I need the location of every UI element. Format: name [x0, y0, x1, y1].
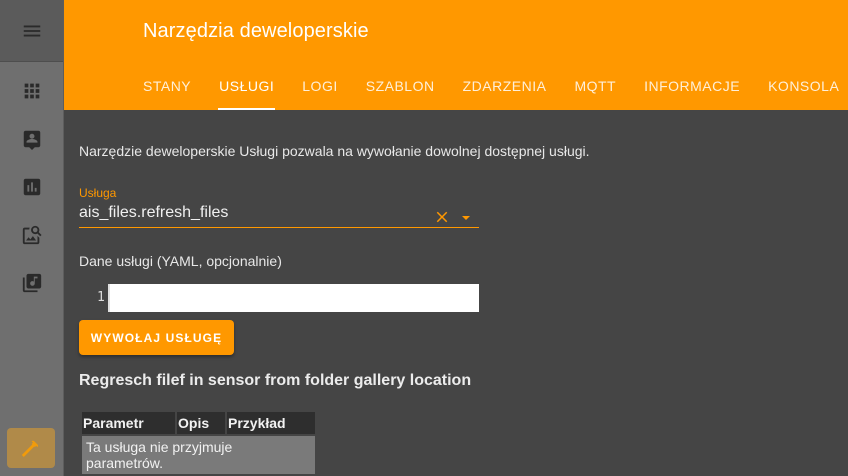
hammer-icon [20, 437, 42, 459]
params-table: Parametr Opis Przykład Ta usługa nie prz… [80, 410, 317, 476]
column-header-example: Przykład [227, 412, 315, 434]
sidebar-item-history[interactable] [0, 167, 63, 207]
tab-services[interactable]: USŁUGI [218, 70, 276, 110]
service-data-label: Dane usługi (YAML, opcjonalnie) [79, 253, 282, 269]
tab-events[interactable]: ZDARZENIA [463, 70, 547, 110]
clear-icon[interactable] [433, 208, 451, 226]
music-library-icon [21, 272, 43, 294]
empty-params-message: Ta usługa nie przyjmuje parametrów. [82, 436, 315, 474]
page-title: Narzędzia deweloperskie [143, 20, 369, 42]
apps-grid-icon [21, 80, 43, 102]
sidebar-item-gallery[interactable] [0, 215, 63, 255]
tab-mqtt[interactable]: MQTT [574, 70, 616, 110]
account-box-icon [21, 128, 43, 150]
sidebar [0, 0, 64, 476]
table-header-row: Parametr Opis Przykład [82, 412, 315, 434]
line-number: 1 [97, 290, 105, 305]
service-field-label: Usługa [79, 186, 117, 200]
yaml-editor-input[interactable] [108, 284, 479, 312]
image-search-icon [21, 224, 43, 246]
sidebar-item-developer-tools[interactable] [7, 428, 55, 468]
tab-info[interactable]: INFORMACJE [644, 70, 740, 110]
main-content: Narzędzie deweloperskie Usługi pozwala n… [64, 110, 848, 476]
service-field-value[interactable]: ais_files.refresh_files [79, 204, 228, 222]
tab-template[interactable]: SZABLON [366, 70, 435, 110]
intro-text: Narzędzie deweloperskie Usługi pozwala n… [79, 143, 590, 159]
column-header-description: Opis [177, 412, 225, 434]
call-service-button[interactable]: WYWOŁAJ USŁUGĘ [79, 320, 234, 355]
dropdown-arrow-icon[interactable] [460, 211, 472, 223]
app-header: Narzędzia deweloperskie STANY USŁUGI LOG… [64, 0, 848, 110]
chart-icon [21, 176, 43, 198]
sidebar-item-overview[interactable] [0, 71, 63, 111]
table-row: Ta usługa nie przyjmuje parametrów. [82, 436, 315, 474]
sidebar-header [0, 0, 63, 62]
service-description: Regresch filef in sensor from folder gal… [79, 372, 472, 389]
tab-console[interactable]: KONSOLA [768, 70, 839, 110]
sidebar-item-account[interactable] [0, 119, 63, 159]
tab-logs[interactable]: LOGI [302, 70, 337, 110]
sidebar-item-audio[interactable] [0, 263, 63, 303]
tab-states[interactable]: STANY [143, 70, 191, 110]
tab-bar: STANY USŁUGI LOGI SZABLON ZDARZENIA MQTT… [143, 70, 848, 110]
column-header-param: Parametr [82, 412, 175, 434]
service-select[interactable]: ais_files.refresh_files [79, 202, 479, 228]
menu-icon[interactable] [21, 20, 43, 42]
